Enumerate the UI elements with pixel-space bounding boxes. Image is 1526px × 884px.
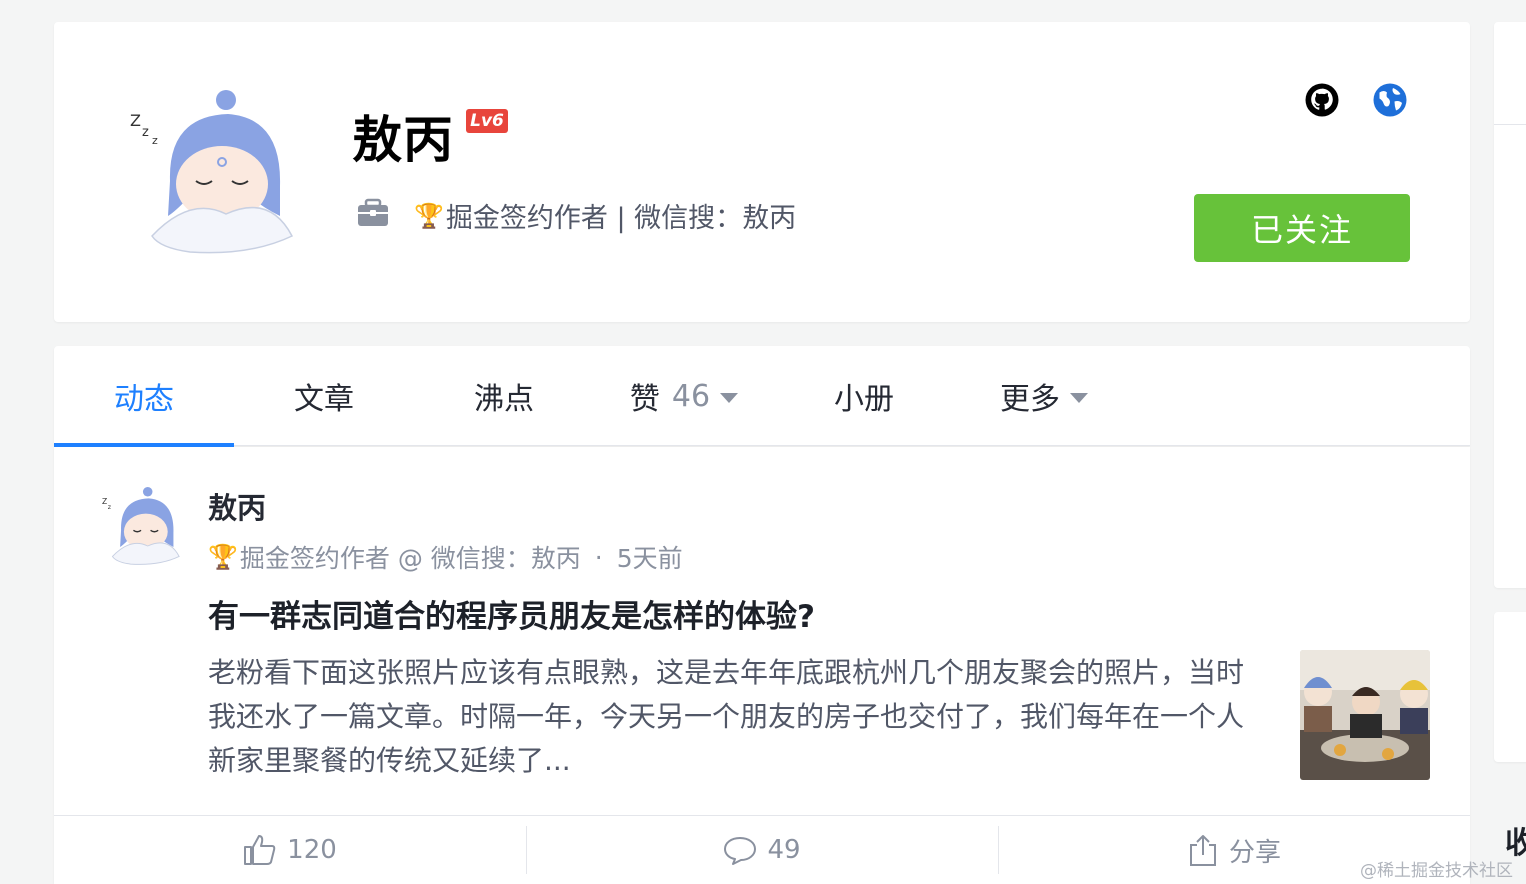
post-title[interactable]: 有一群志同道合的程序员朋友是怎样的体验? [208, 591, 815, 636]
svg-text:z: z [142, 125, 149, 140]
post-actions: 120 49 分享 [54, 815, 1470, 884]
sidebar-card-following [1494, 612, 1526, 762]
github-icon[interactable] [1304, 82, 1340, 118]
post-excerpt[interactable]: 老粉看下面这张照片应该有点眼熟，这是去年年底跟杭州几个朋友聚会的照片，当时我还水… [208, 651, 1268, 783]
sidebar-card-achievements [1494, 22, 1526, 588]
profile-card: Z z z 敖丙 Lv6 🏆 掘金签约作者 | 微信搜：敖丙 已关注 [54, 22, 1470, 322]
briefcase-icon [358, 198, 388, 226]
like-count: 120 [287, 835, 337, 865]
svg-text:z: z [152, 134, 158, 147]
watermark: @稀土掘金技术社区 [1360, 861, 1513, 881]
tab-label: 沸点 [474, 382, 534, 417]
tab-label: 文章 [294, 382, 354, 417]
tab-booklets[interactable]: 小册 [774, 346, 954, 446]
post-thumbnail[interactable] [1300, 650, 1430, 780]
trophy-icon: 🏆 [208, 543, 238, 571]
meta-separator: · [594, 542, 603, 572]
follow-button[interactable]: 已关注 [1194, 194, 1410, 262]
tab-label: 小册 [834, 382, 894, 417]
chevron-down-icon [1070, 393, 1088, 403]
trophy-icon: 🏆 [414, 201, 444, 230]
comment-icon [724, 837, 757, 865]
likes-count: 46 [671, 378, 711, 414]
tab-likes[interactable]: 赞 46 [614, 346, 754, 446]
author-title: 掘金签约作者 @ 微信搜：敖丙 [239, 544, 581, 573]
tab-label: 动态 [114, 382, 174, 417]
tab-activity[interactable]: 动态 [54, 346, 234, 447]
tab-label: 更多 [1000, 382, 1060, 417]
svg-text:Z: Z [130, 111, 141, 130]
divider [1494, 124, 1526, 125]
username: 敖丙 [352, 111, 454, 169]
feed-item[interactable]: Z z 敖丙 🏆 掘金签约作者 @ 微信搜：敖丙 · 5天前 有一群志同道合的程… [54, 447, 1470, 884]
post-time: 5天前 [616, 544, 683, 573]
share-label: 分享 [1228, 837, 1281, 868]
level-badge: Lv6 [466, 109, 508, 133]
tab-more[interactable]: 更多 [954, 346, 1134, 446]
globe-icon[interactable] [1372, 82, 1408, 118]
comment-count: 49 [767, 835, 801, 865]
share-icon [1189, 835, 1216, 866]
tab-pins[interactable]: 沸点 [414, 346, 594, 446]
comment-button[interactable]: 49 [526, 816, 998, 884]
tab-label: 赞 [629, 382, 660, 417]
user-avatar[interactable]: Z z z [130, 86, 298, 258]
signature-text: 掘金签约作者 | 微信搜：敖丙 [445, 203, 797, 234]
author-meta: 🏆 掘金签约作者 @ 微信搜：敖丙 · 5天前 [208, 539, 683, 575]
like-button[interactable]: 120 [54, 816, 526, 884]
chevron-down-icon [720, 393, 739, 403]
svg-text:z: z [108, 504, 111, 511]
tab-articles[interactable]: 文章 [234, 346, 414, 446]
author-avatar[interactable]: Z z [102, 483, 182, 569]
profile-tabs: 动态 文章 沸点 赞 46 小册 更多 [54, 346, 1470, 447]
user-signature: 🏆 掘金签约作者 | 微信搜：敖丙 [414, 196, 796, 235]
thumbs-up-icon [244, 835, 276, 865]
author-name[interactable]: 敖丙 [208, 485, 266, 527]
svg-text:Z: Z [102, 497, 107, 506]
